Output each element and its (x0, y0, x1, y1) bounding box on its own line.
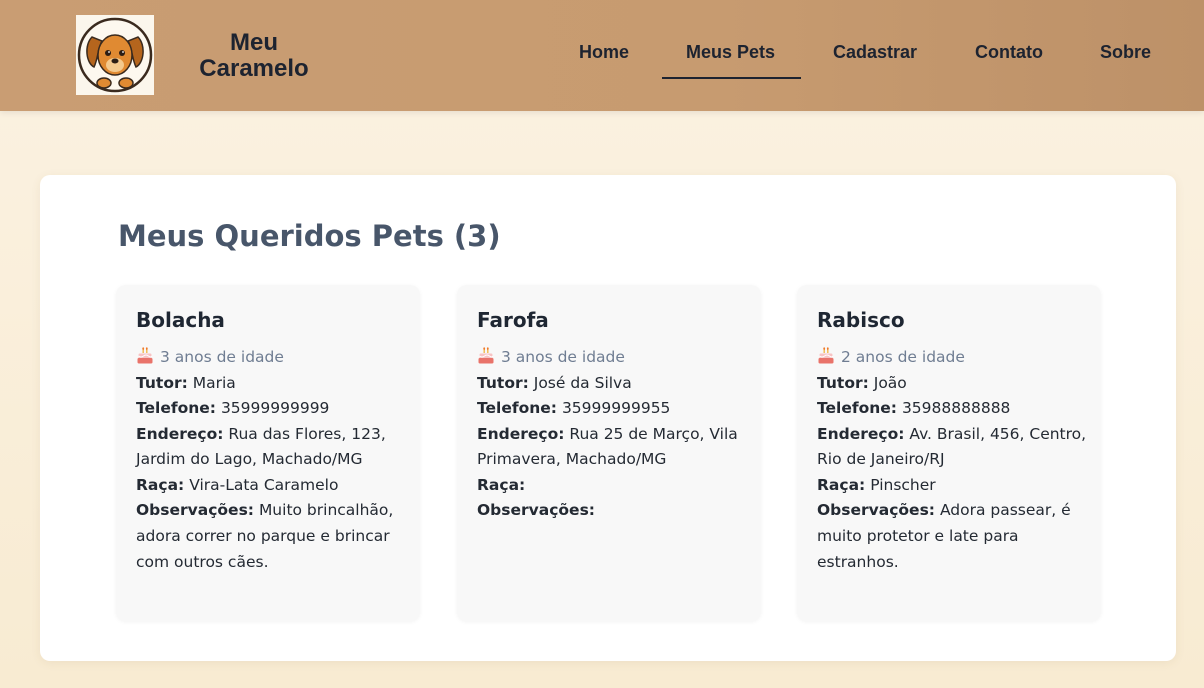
pet-card: Rabisco 2 anos de idade Tutor: João Tele… (797, 285, 1101, 621)
breed-value: Pinscher (870, 475, 936, 494)
nav-contato[interactable]: Contato (975, 42, 1043, 63)
birthday-cake-icon (478, 347, 494, 364)
pet-name: Farofa (477, 308, 549, 332)
pet-age-text: 3 anos de idade (160, 348, 284, 366)
notes-label: Observações: (817, 501, 935, 520)
phone-label: Telefone: (477, 399, 557, 418)
breed-label: Raça: (817, 475, 866, 494)
phone-value: 35999999955 (561, 399, 671, 418)
phone-value: 35988888888 (901, 399, 1011, 418)
nav-meus-pets[interactable]: Meus Pets (686, 42, 775, 63)
address-label: Endereço: (477, 424, 565, 443)
pet-age: 2 anos de idade (817, 345, 1087, 371)
address-label: Endereço: (817, 424, 905, 443)
phone-label: Telefone: (136, 399, 216, 418)
tutor-label: Tutor: (136, 373, 188, 392)
pets-panel: Meus Queridos Pets (3) Bolacha 3 anos de… (40, 175, 1176, 661)
tutor-value: José da Silva (533, 373, 632, 392)
nav-cadastrar[interactable]: Cadastrar (833, 42, 917, 63)
pet-age: 3 anos de idade (477, 345, 747, 371)
pet-address: Endereço: Av. Brasil, 456, Centro, Rio d… (817, 422, 1087, 473)
phone-value: 35999999999 (220, 399, 330, 418)
nav-sobre[interactable]: Sobre (1100, 42, 1151, 63)
tutor-label: Tutor: (477, 373, 529, 392)
active-nav-indicator (662, 77, 801, 79)
tutor-value: João (873, 373, 907, 392)
notes-label: Observações: (136, 501, 254, 520)
pet-breed: Raça: Pinscher (817, 473, 1087, 499)
notes-label: Observações: (477, 501, 595, 520)
pet-notes: Observações: (477, 498, 747, 524)
pet-notes: Observações: Muito brincalhão, adora cor… (136, 498, 406, 575)
pet-phone: Telefone: 35988888888 (817, 396, 1087, 422)
pet-tutor: Tutor: João (817, 371, 1087, 397)
breed-label: Raça: (477, 475, 526, 494)
site-header: Meu Caramelo Home Meus Pets Cadastrar Co… (0, 0, 1204, 111)
pet-name: Rabisco (817, 308, 905, 332)
pet-tutor: Tutor: Maria (136, 371, 406, 397)
brand-name[interactable]: Meu Caramelo (180, 30, 328, 82)
pet-phone: Telefone: 35999999955 (477, 396, 747, 422)
tutor-label: Tutor: (817, 373, 869, 392)
logo[interactable] (76, 15, 154, 95)
pet-address: Endereço: Rua das Flores, 123, Jardim do… (136, 422, 406, 473)
page-title: Meus Queridos Pets (3) (118, 219, 501, 253)
tutor-value: Maria (192, 373, 236, 392)
address-label: Endereço: (136, 424, 224, 443)
pet-age-text: 2 anos de idade (841, 348, 965, 366)
pet-breed: Raça: (477, 473, 747, 499)
breed-label: Raça: (136, 475, 185, 494)
pet-card: Bolacha 3 anos de idade Tutor: Maria Tel… (116, 285, 420, 621)
dog-face-icon (77, 17, 153, 93)
pet-name: Bolacha (136, 308, 225, 332)
pet-phone: Telefone: 35999999999 (136, 396, 406, 422)
breed-value: Vira-Lata Caramelo (189, 475, 339, 494)
birthday-cake-icon (137, 347, 153, 364)
pet-address: Endereço: Rua 25 de Março, Vila Primaver… (477, 422, 747, 473)
nav-home[interactable]: Home (579, 42, 629, 63)
pet-age-text: 3 anos de idade (501, 348, 625, 366)
pet-age: 3 anos de idade (136, 345, 406, 371)
pet-card: Farofa 3 anos de idade Tutor: José da Si… (457, 285, 761, 621)
pet-breed: Raça: Vira-Lata Caramelo (136, 473, 406, 499)
pet-tutor: Tutor: José da Silva (477, 371, 747, 397)
phone-label: Telefone: (817, 399, 897, 418)
birthday-cake-icon (818, 347, 834, 364)
pet-notes: Observações: Adora passear, é muito prot… (817, 498, 1087, 575)
